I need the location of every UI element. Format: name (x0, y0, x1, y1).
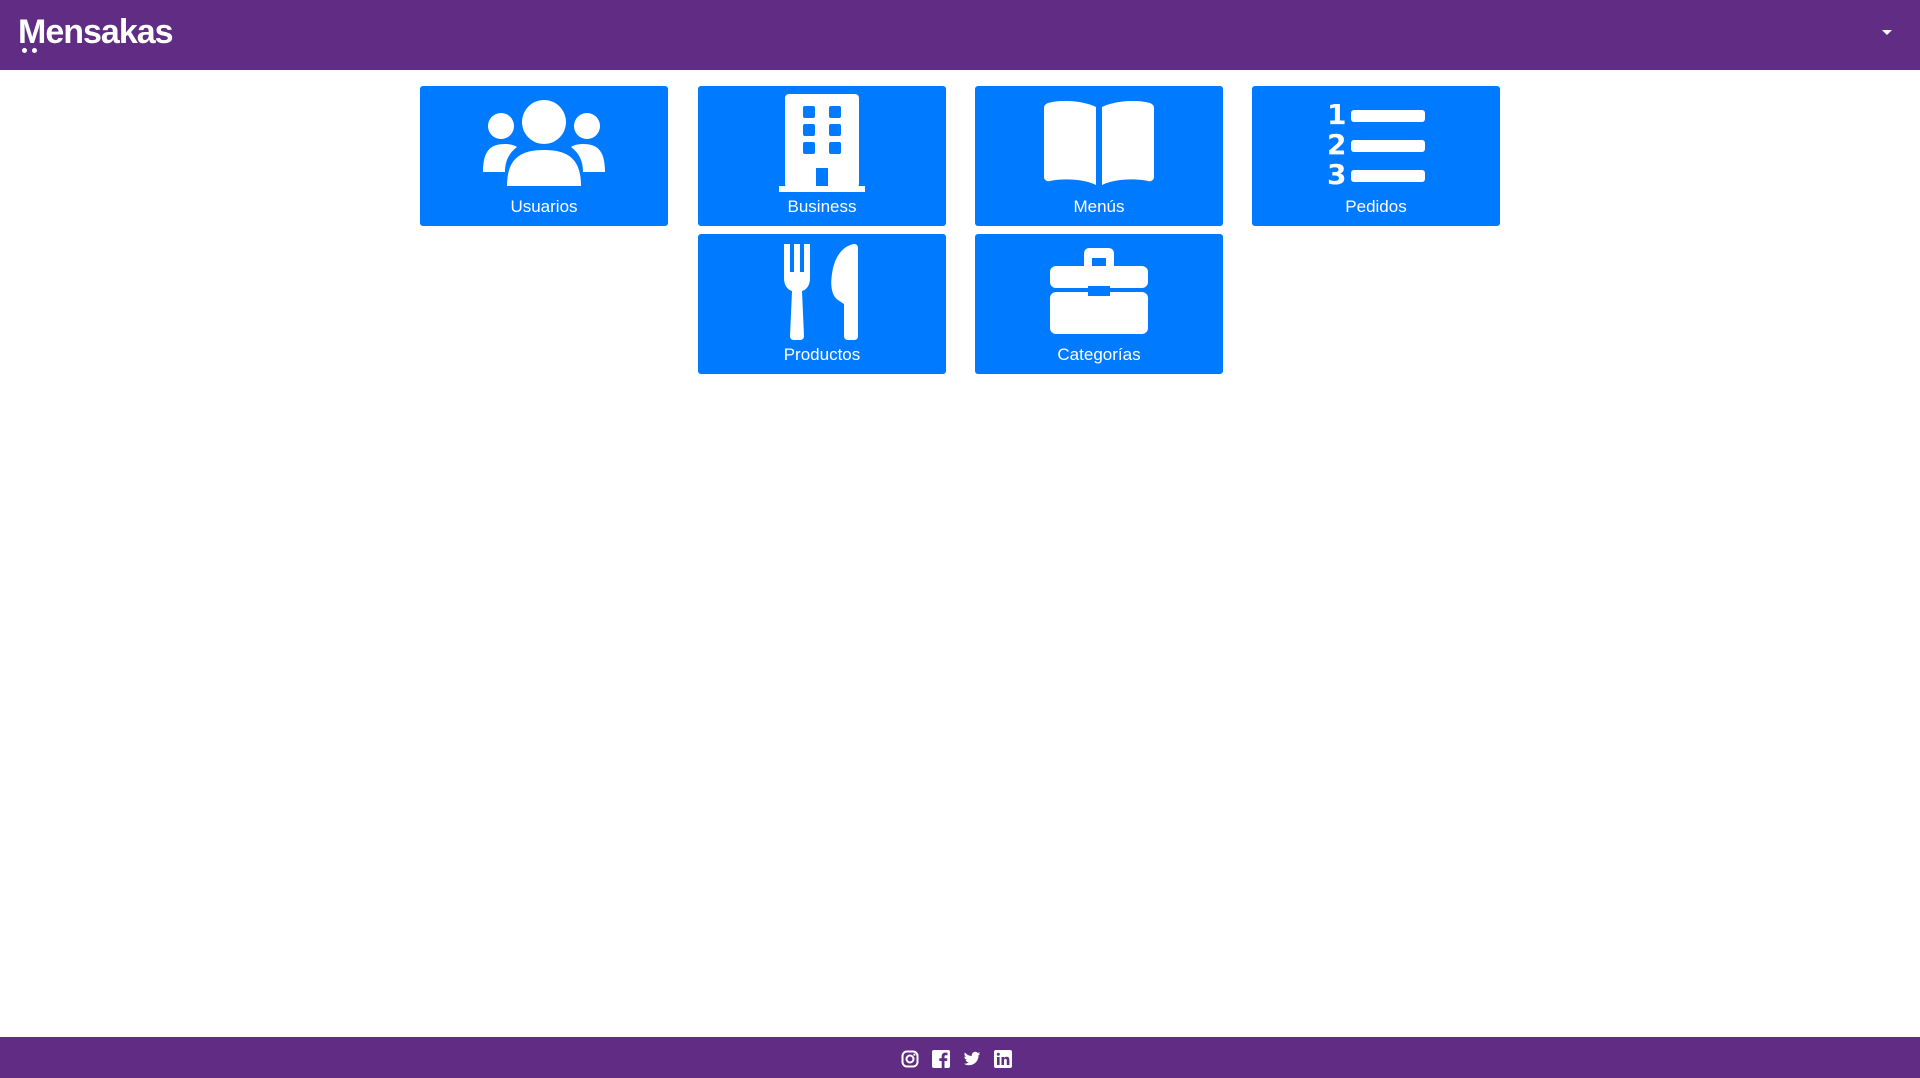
toolbox-icon (975, 242, 1223, 340)
tile-label: Usuarios (510, 197, 578, 216)
tile-business[interactable]: Business (698, 86, 946, 226)
svg-text:2: 2 (1327, 128, 1346, 161)
caret-down-icon[interactable] (1882, 30, 1892, 35)
footer (0, 1037, 1920, 1078)
tile-label: Categorías (1057, 345, 1141, 364)
tile-pedidos[interactable]: 1 2 3 Pedidos (1252, 86, 1500, 226)
svg-text:3: 3 (1327, 158, 1346, 186)
svg-text:1: 1 (1327, 100, 1346, 131)
facebook-icon[interactable] (932, 1050, 950, 1068)
tile-categorias[interactable]: Categorías (975, 234, 1223, 374)
linkedin-icon[interactable] (994, 1050, 1012, 1068)
top-navbar: Mensakas (0, 0, 1920, 70)
tile-productos[interactable]: Productos (698, 234, 946, 374)
tile-label: Business (787, 197, 857, 216)
tile-menus[interactable]: Menús (975, 86, 1223, 226)
tile-usuarios[interactable]: Usuarios (420, 86, 668, 226)
book-open-icon (975, 94, 1223, 192)
twitter-icon[interactable] (963, 1050, 981, 1068)
building-icon (698, 94, 946, 192)
brand-name: Mensakas (18, 12, 174, 51)
brand-logo[interactable]: Mensakas (18, 10, 174, 54)
brand-dots (22, 48, 37, 53)
list-ol-icon: 1 2 3 (1252, 94, 1500, 192)
users-icon (420, 94, 668, 192)
tile-label: Productos (783, 345, 861, 364)
utensils-icon (698, 242, 946, 340)
tile-label: Pedidos (1345, 197, 1407, 216)
tile-label: Menús (1073, 197, 1125, 216)
instagram-icon[interactable] (901, 1050, 919, 1068)
